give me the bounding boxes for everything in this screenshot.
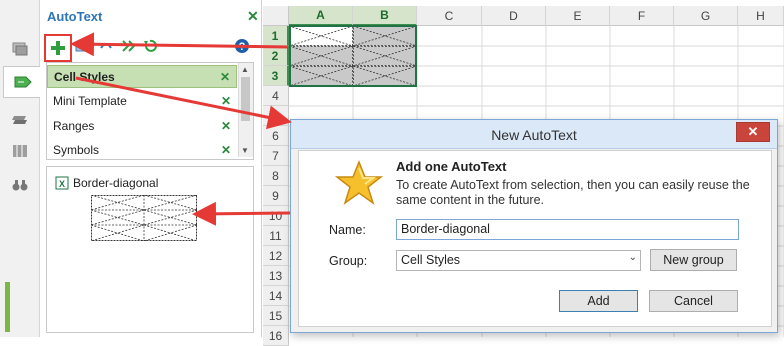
row-header-8[interactable]: 8 [263,166,289,186]
selected-range[interactable] [289,25,417,87]
comments-icon[interactable] [8,38,32,60]
refresh-icon [122,40,136,52]
edit-icon [75,39,90,52]
delete-group-icon[interactable]: ✕ [220,70,230,84]
row-header-14[interactable]: 14 [263,286,289,306]
row-header-1[interactable]: 1 [263,26,289,46]
row-header-3[interactable]: 3 [263,66,289,86]
refresh-button[interactable] [118,36,138,56]
column-header-a[interactable]: A [289,6,353,26]
preview-entry-title[interactable]: Border-diagonal [73,176,158,190]
cancel-button[interactable]: Cancel [649,290,738,312]
dialog-description: To create AutoText from selection, then … [396,178,750,207]
column-header-e[interactable]: E [546,6,610,26]
svg-text:X: X [59,179,65,189]
preview-thumbnail[interactable] [90,194,198,244]
binoculars-icon[interactable] [8,174,32,196]
row-header-9[interactable]: 9 [263,186,289,206]
column-header-f[interactable]: F [610,6,674,26]
delete-group-icon[interactable]: ✕ [221,119,231,133]
svg-text:?: ? [239,41,246,53]
new-autotext-dialog: New AutoText ✕ Add one AutoText To creat… [290,119,778,333]
chevron-down-icon: ⌄ [628,252,637,263]
row-header-12[interactable]: 12 [263,246,289,266]
rename-button[interactable] [96,36,116,56]
new-group-button[interactable]: New group [650,249,737,271]
list-item[interactable]: Symbols ✕ [47,138,237,159]
excel-file-icon: X [55,176,69,193]
add-icon [51,41,65,55]
add-button[interactable]: Add [559,290,638,312]
columns-icon[interactable] [8,140,32,162]
list-item[interactable]: Ranges ✕ [47,114,237,137]
group-select[interactable]: Cell Styles ⌄ [396,250,641,271]
help-icon: ? [235,39,249,53]
delete-group-icon[interactable]: ✕ [221,94,231,108]
column-header-d[interactable]: D [482,6,546,26]
row-header-10[interactable]: 10 [263,206,289,226]
group-label: Group: [329,254,368,268]
row-header-7[interactable]: 7 [263,146,289,166]
list-item[interactable]: Cell Styles ✕ [47,65,237,88]
column-header-h[interactable]: H [738,6,784,26]
autotext-tab-icon[interactable] [3,66,41,98]
name-field[interactable]: Border-diagonal [396,219,739,240]
layers-icon[interactable] [8,108,32,130]
dialog-heading: Add one AutoText [396,159,507,174]
column-header-g[interactable]: G [674,6,738,26]
add-autotext-button[interactable] [44,34,72,62]
list-item[interactable]: Mini Template ✕ [47,89,237,112]
scroll-down-icon[interactable]: ▼ [241,146,249,155]
undo-icon [144,39,157,52]
undo-button[interactable] [140,36,160,56]
pane-title: AutoText [47,9,103,24]
list-scrollbar[interactable]: ▲ ▼ [238,63,253,157]
rail-accent-bar [5,282,10,332]
select-all-corner[interactable] [263,6,289,26]
row-header-4[interactable]: 4 [263,86,289,106]
help-button[interactable]: ? [232,36,252,56]
row-header-2[interactable]: 2 [263,46,289,66]
name-label: Name: [329,223,366,237]
dialog-titlebar[interactable]: New AutoText ✕ [291,120,777,149]
star-icon [334,159,384,209]
row-header-6[interactable]: 6 [263,126,289,146]
scroll-up-icon[interactable]: ▲ [241,65,249,74]
edit-autotext-button[interactable] [72,36,92,56]
autotext-group-list: Cell Styles ✕ Mini Template ✕ Ranges ✕ S… [46,62,254,160]
row-header-13[interactable]: 13 [263,266,289,286]
delete-group-icon[interactable]: ✕ [221,143,231,157]
pane-close-icon[interactable]: ✕ [247,8,259,25]
group-select-value: Cell Styles [401,253,461,267]
autotext-pane: AutoText ✕ ? Cell Styles ✕ Mini Template… [40,0,262,337]
link-icon [100,43,112,49]
column-header-c[interactable]: C [417,6,482,26]
scroll-thumb[interactable] [241,77,250,121]
autotext-preview-panel: X Border-diagonal [46,166,254,333]
row-header-15[interactable]: 15 [263,306,289,326]
dialog-title: New AutoText [491,127,577,143]
row-header-5[interactable]: 5 [263,106,289,126]
row-header-11[interactable]: 11 [263,226,289,246]
side-rail [0,0,41,337]
dialog-close-button[interactable]: ✕ [736,122,770,142]
row-header-16[interactable]: 16 [263,326,289,346]
column-header-b[interactable]: B [353,6,417,26]
